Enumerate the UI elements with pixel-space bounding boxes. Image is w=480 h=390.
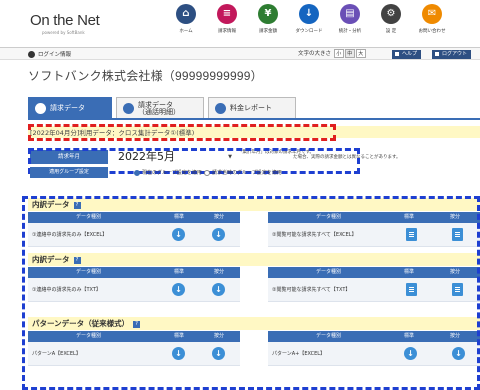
radio-past-group[interactable]: 請求当時のグループ設定を適用	[204, 169, 282, 176]
customer-name: ソフトバンク株式会社様（99999999999）	[28, 69, 263, 83]
radio-current-group[interactable]: 現在のグループ設定を適用	[134, 169, 202, 176]
font-size-large-button[interactable]: 大	[355, 49, 366, 58]
group-setting-label: 適用グループ設定	[30, 167, 108, 178]
logout-link[interactable]: ログアウト	[432, 50, 472, 59]
radio-icon	[134, 169, 140, 176]
download-icon: ↓	[299, 4, 319, 24]
logo-subtext: powered by SoftBank	[42, 30, 85, 35]
nav-label: 統計・分析	[338, 29, 362, 34]
home-icon: ⌂	[176, 4, 196, 24]
tab-billing-data[interactable]: 請求データ	[28, 97, 112, 118]
nav-download[interactable]: ↓ ダウンロード	[289, 4, 329, 34]
nav-label: ホーム	[179, 29, 193, 34]
nav-label: 設 定	[385, 29, 397, 34]
nav-label: 請求金額	[259, 29, 277, 34]
nav-invoice-info[interactable]: ≡ 請求情報	[207, 4, 247, 34]
contact-icon: ✉	[422, 4, 442, 24]
nav-settings[interactable]: ⚙ 設 定	[371, 4, 411, 34]
nav-contact[interactable]: ✉ お問い合わせ	[412, 4, 452, 34]
yen-icon: ¥	[258, 4, 278, 24]
monitor-icon	[123, 103, 134, 114]
user-icon	[28, 51, 35, 58]
logo-text: On the Net	[30, 12, 100, 29]
highlight-box-blue-downloads	[22, 196, 480, 390]
nav-label: ダウンロード	[295, 29, 323, 34]
stats-icon: ▤	[340, 4, 360, 24]
nav-label: 請求情報	[218, 29, 236, 34]
nav-label: お問い合わせ	[418, 29, 446, 34]
font-size-medium-button[interactable]: 中	[344, 49, 355, 58]
login-info-label: ログイン情報	[38, 52, 72, 58]
tab-call-details[interactable]: 請求データ （通話明細）	[116, 97, 204, 118]
font-size-small-button[interactable]: 小	[333, 49, 344, 58]
group-setting-row: 適用グループ設定 現在のグループ設定を適用 請求当時のグループ設定を適用	[28, 167, 480, 178]
font-size-label: 文字の大きさ	[298, 51, 332, 57]
radio-icon	[204, 169, 210, 176]
monitor-icon	[35, 103, 46, 114]
data-tabs: 請求データ 請求データ （通話明細） 料金レポート	[28, 97, 480, 120]
page-header: On the Net powered by SoftBank ⌂ ホーム ≡ 請…	[0, 0, 480, 46]
site-logo[interactable]: On the Net powered by SoftBank	[30, 12, 100, 35]
nav-stats[interactable]: ▤ 統計・分析	[330, 4, 370, 34]
help-link[interactable]: ヘルプ	[392, 50, 422, 59]
invoice-icon: ≡	[217, 4, 237, 24]
user-bar: ログイン情報 文字の大きさ 小中大 ヘルプ ログアウト	[0, 47, 480, 60]
tab-fee-report[interactable]: 料金レポート	[208, 97, 296, 118]
highlight-box-red	[28, 124, 336, 141]
nav-invoice-amount[interactable]: ¥ 請求金額	[248, 4, 288, 34]
settings-icon: ⚙	[381, 4, 401, 24]
square-icon	[435, 51, 439, 56]
font-size-switcher: 文字の大きさ 小中大	[298, 49, 366, 58]
login-info-link[interactable]: ログイン情報	[28, 50, 71, 58]
monitor-icon	[215, 103, 226, 114]
nav-home[interactable]: ⌂ ホーム	[166, 4, 206, 34]
square-icon	[395, 51, 399, 56]
